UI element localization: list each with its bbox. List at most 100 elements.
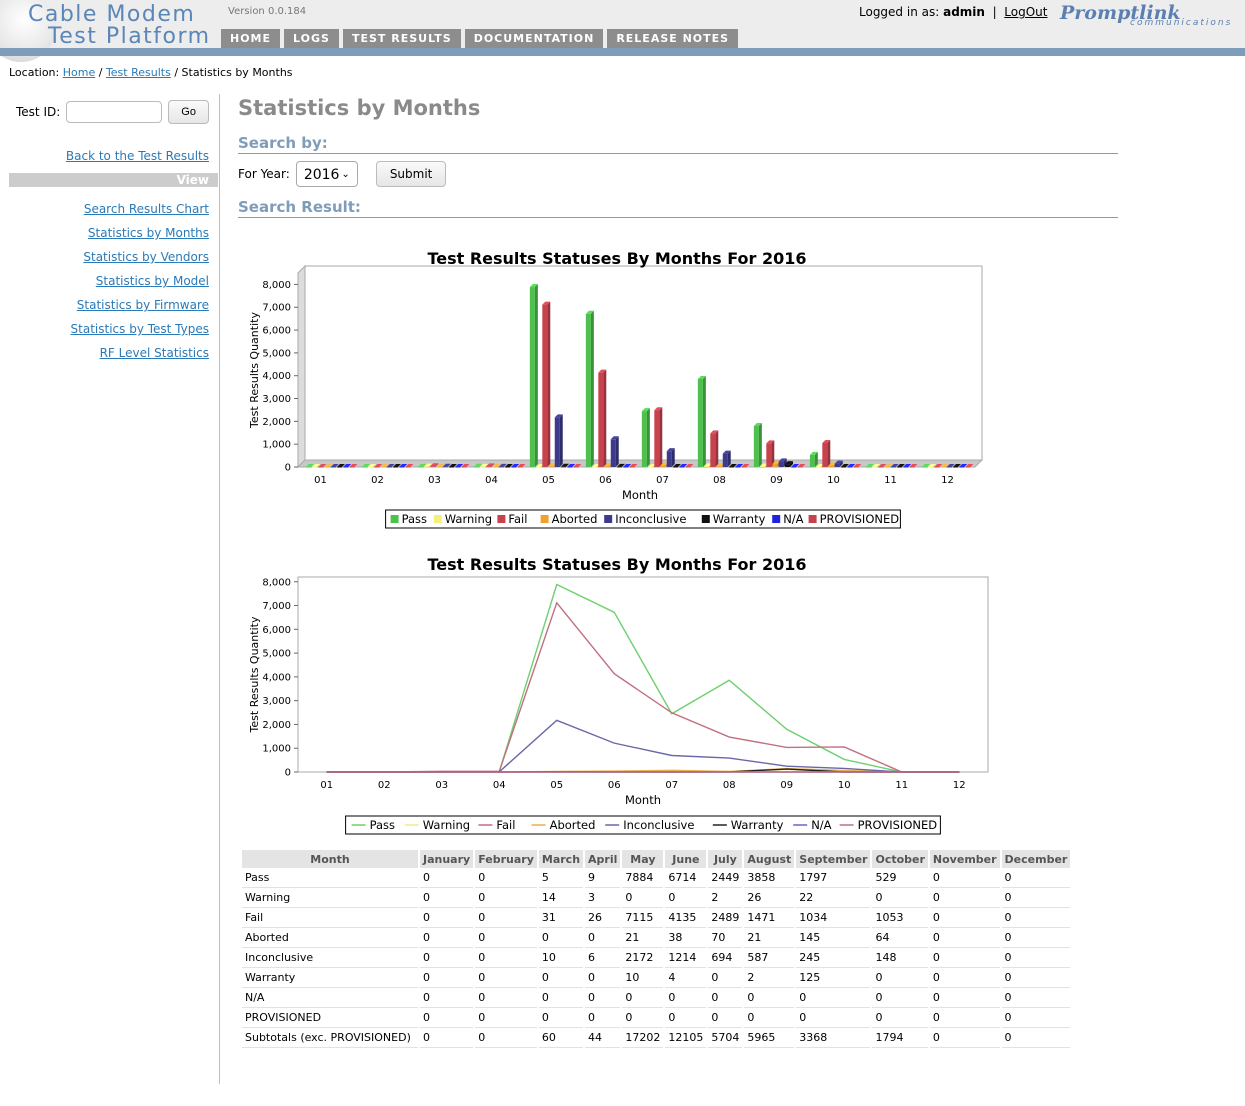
y-tick-label: 4,000 — [262, 371, 291, 382]
bar-front — [660, 465, 666, 467]
bar — [809, 451, 818, 467]
bar-front — [529, 287, 535, 467]
bar-front — [809, 454, 815, 467]
bar-front — [685, 467, 691, 468]
table-cell: 0 — [927, 868, 1001, 888]
table-row: Aborted 0 0 0 0 21 38 70 21 145 64 0 0 — [240, 927, 1071, 948]
table-cell: 0 — [999, 868, 1071, 888]
submit-button[interactable]: Submit — [375, 161, 447, 187]
table-cell: 0 — [620, 887, 665, 908]
legend-label: Pass — [370, 818, 395, 832]
table-header-10: October — [870, 850, 929, 868]
table-row: Pass 0 0 5 9 7884 6714 2449 3858 1797 529 0 0 — [240, 868, 1071, 888]
bar-front — [946, 467, 952, 468]
table-row: Warning 0 0 14 3 0 0 2 26 22 0 0 0 — [240, 887, 1071, 908]
bar-front — [716, 466, 722, 468]
bar-front — [959, 467, 965, 468]
logout-link[interactable]: LogOut — [1004, 5, 1047, 19]
sidebar-link-search-results-chart[interactable]: Search Results Chart — [71, 197, 209, 221]
x-axis-label: Month — [622, 488, 658, 502]
bar-front — [343, 467, 349, 468]
y-axis-label: Test Results Quantity — [248, 312, 261, 429]
table-header-5: May — [620, 850, 665, 868]
test-id-input[interactable] — [66, 101, 163, 123]
table-row-label: Warning — [240, 887, 419, 908]
bar-front — [330, 467, 336, 468]
main-nav: HOME LOGS TEST RESULTS DOCUMENTATION REL… — [221, 29, 739, 48]
bar — [753, 422, 762, 467]
table-cell: 0 — [742, 1007, 796, 1028]
legend-swatch — [808, 515, 817, 523]
table-cell: 0 — [473, 1027, 538, 1048]
sidebar-link-statistics-by-test-types[interactable]: Statistics by Test Types — [71, 317, 209, 341]
breadcrumb-test-results[interactable]: Test Results — [106, 66, 171, 79]
sidebar-link-statistics-by-vendors[interactable]: Statistics by Vendors — [71, 245, 209, 269]
bar-front — [766, 443, 772, 467]
nav-documentation[interactable]: DOCUMENTATION — [464, 29, 604, 48]
x-tick-label: 10 — [827, 475, 840, 486]
bar-front — [865, 467, 871, 468]
table-cell: 0 — [663, 987, 708, 1008]
bar-side — [590, 310, 594, 467]
legend-label: PROVISIONED — [820, 512, 900, 526]
bar-front — [598, 372, 604, 467]
bar-front — [498, 466, 504, 468]
sidebar-link-rf-level-statistics[interactable]: RF Level Statistics — [71, 341, 209, 365]
sidebar-link-statistics-by-firmware[interactable]: Statistics by Firmware — [71, 293, 209, 317]
bar-front — [784, 464, 790, 467]
table-cell: 0 — [417, 1027, 475, 1048]
y-tick-label: 5,000 — [262, 649, 291, 660]
table-cell: 2 — [742, 967, 796, 988]
view-label: View — [176, 173, 209, 187]
chevron-down-icon: ⌄ — [341, 169, 350, 180]
table-cell: 64 — [870, 927, 929, 948]
nav-home[interactable]: HOME — [221, 29, 281, 48]
bar-side — [671, 448, 675, 467]
x-tick-label: 12 — [953, 780, 966, 791]
bar-front — [448, 467, 454, 468]
sidebar: Test ID: Go Back to the Test Results Vie… — [0, 94, 220, 1084]
table-cell: 0 — [473, 927, 538, 948]
bar-front — [816, 467, 822, 468]
bar-front — [648, 466, 654, 468]
table-cell: 0 — [583, 1007, 622, 1028]
back-to-test-results-link[interactable]: Back to the Test Results — [66, 149, 209, 163]
x-tick-label: 11 — [884, 475, 897, 486]
table-cell: 4 — [663, 967, 708, 988]
bar-front — [654, 410, 660, 467]
table-cell: 694 — [706, 947, 744, 968]
bar-front — [417, 466, 423, 468]
nav-release-notes[interactable]: RELEASE NOTES — [607, 29, 739, 48]
table-cell: 0 — [536, 987, 585, 1008]
table-row: Inconclusive 0 0 10 6 2172 1214 694 587 245 148 0 0 — [240, 947, 1071, 968]
breadcrumb-home[interactable]: Home — [63, 66, 95, 79]
year-select[interactable]: 2016 ⌄ — [295, 161, 358, 187]
table-cell: 5 — [536, 868, 585, 888]
bar-front — [921, 467, 927, 468]
nav-logs[interactable]: LOGS — [284, 29, 339, 48]
sidebar-link-statistics-by-months[interactable]: Statistics by Months — [71, 221, 209, 245]
table-cell: 5965 — [742, 1027, 796, 1048]
nav-test-results[interactable]: TEST RESULTS — [342, 29, 461, 48]
table-cell: 12105 — [663, 1027, 708, 1048]
table-cell: 125 — [794, 967, 872, 988]
bar — [697, 375, 706, 467]
table-cell: 0 — [583, 987, 622, 1008]
table-header-12: December — [999, 850, 1071, 868]
bar-front — [722, 453, 728, 467]
table-cell: 0 — [417, 927, 475, 948]
bar-front — [704, 466, 710, 467]
sidebar-link-statistics-by-model[interactable]: Statistics by Model — [71, 269, 209, 293]
go-button[interactable]: Go — [168, 100, 209, 124]
table-row: Subtotals (exc. PROVISIONED) 0 0 60 44 17202 1… — [240, 1027, 1071, 1048]
table-cell: 0 — [473, 887, 538, 908]
y-axis-label: Test Results Quantity — [248, 616, 261, 733]
bar-front — [903, 467, 909, 468]
bar-front — [697, 378, 703, 467]
logo[interactable]: Cable Modem Test Platform — [0, 0, 215, 62]
table-cell: 9 — [583, 868, 622, 888]
x-tick-label: 05 — [542, 475, 555, 486]
y-tick-label: 1,000 — [262, 440, 291, 451]
table-cell: 7884 — [620, 868, 665, 888]
table-cell: 14 — [536, 887, 585, 908]
